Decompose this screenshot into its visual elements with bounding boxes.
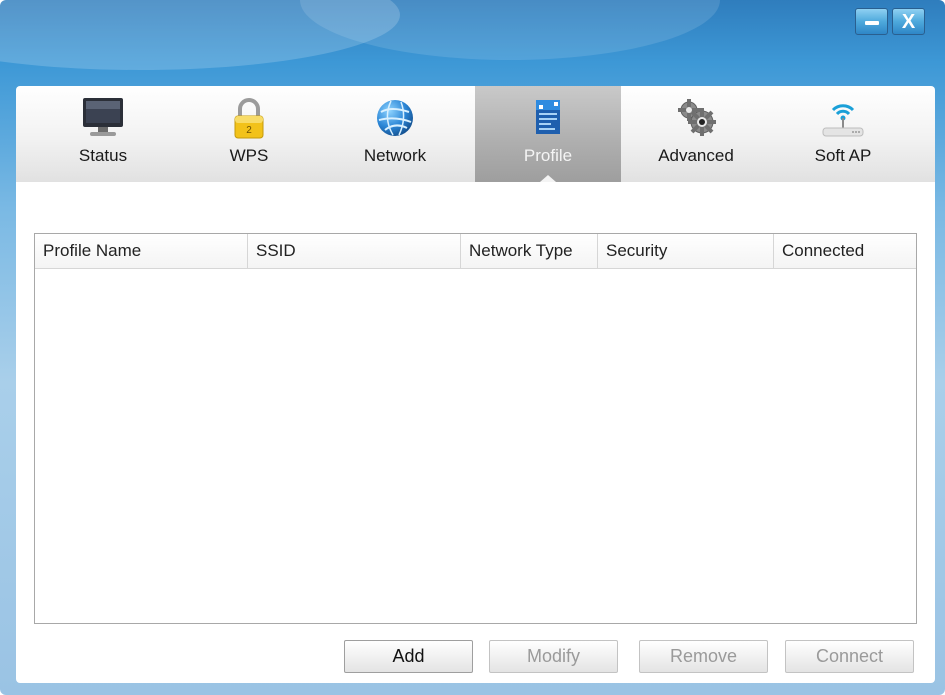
tab-network[interactable]: Network xyxy=(322,86,468,182)
profile-table[interactable]: Profile Name SSID Network Type Security … xyxy=(34,233,917,624)
tab-network-label: Network xyxy=(363,146,427,165)
app-window: X Status 2 WPS Network Profile Advanced … xyxy=(0,0,945,695)
svg-text:2: 2 xyxy=(246,125,252,136)
globe-icon xyxy=(377,100,413,136)
close-icon: X xyxy=(901,11,916,33)
tab-profile[interactable]: Profile xyxy=(475,86,621,182)
tab-advanced-label: Advanced xyxy=(658,146,734,165)
add-button[interactable]: Add xyxy=(344,640,473,673)
tab-profile-label: Profile xyxy=(523,146,573,165)
tab-wps[interactable]: 2 WPS xyxy=(176,86,322,182)
tab-soft-ap[interactable]: Soft AP xyxy=(770,86,916,182)
monitor-icon xyxy=(83,98,123,136)
modify-button[interactable]: Modify xyxy=(489,640,618,673)
profile-panel: Profile Name SSID Network Type Security … xyxy=(16,182,935,683)
active-tab-caret xyxy=(540,175,556,182)
table-header: Profile Name SSID Network Type Security … xyxy=(35,234,916,269)
tab-wps-label: WPS xyxy=(229,146,269,165)
close-button[interactable]: X xyxy=(892,8,925,35)
column-header-ssid[interactable]: SSID xyxy=(248,234,461,268)
remove-button[interactable]: Remove xyxy=(639,640,768,673)
connect-button[interactable]: Connect xyxy=(785,640,914,673)
titlebar-background xyxy=(0,0,945,90)
minimize-icon xyxy=(864,21,879,25)
column-header-security[interactable]: Security xyxy=(598,234,774,268)
tab-bar: Status 2 WPS Network Profile Advanced So… xyxy=(16,86,935,183)
column-header-connected[interactable]: Connected xyxy=(774,234,916,268)
tab-advanced[interactable]: Advanced xyxy=(623,86,769,182)
wireless-router-icon xyxy=(822,104,864,137)
minimize-button[interactable] xyxy=(855,8,888,35)
column-header-network-type[interactable]: Network Type xyxy=(461,234,598,268)
tab-status[interactable]: Status xyxy=(30,86,176,182)
tab-soft-ap-label: Soft AP xyxy=(814,146,872,165)
profile-document-icon xyxy=(536,100,560,134)
gears-icon xyxy=(678,99,716,136)
column-header-profile-name[interactable]: Profile Name xyxy=(35,234,248,268)
padlock-icon: 2 xyxy=(234,98,264,139)
tab-status-label: Status xyxy=(78,146,128,165)
